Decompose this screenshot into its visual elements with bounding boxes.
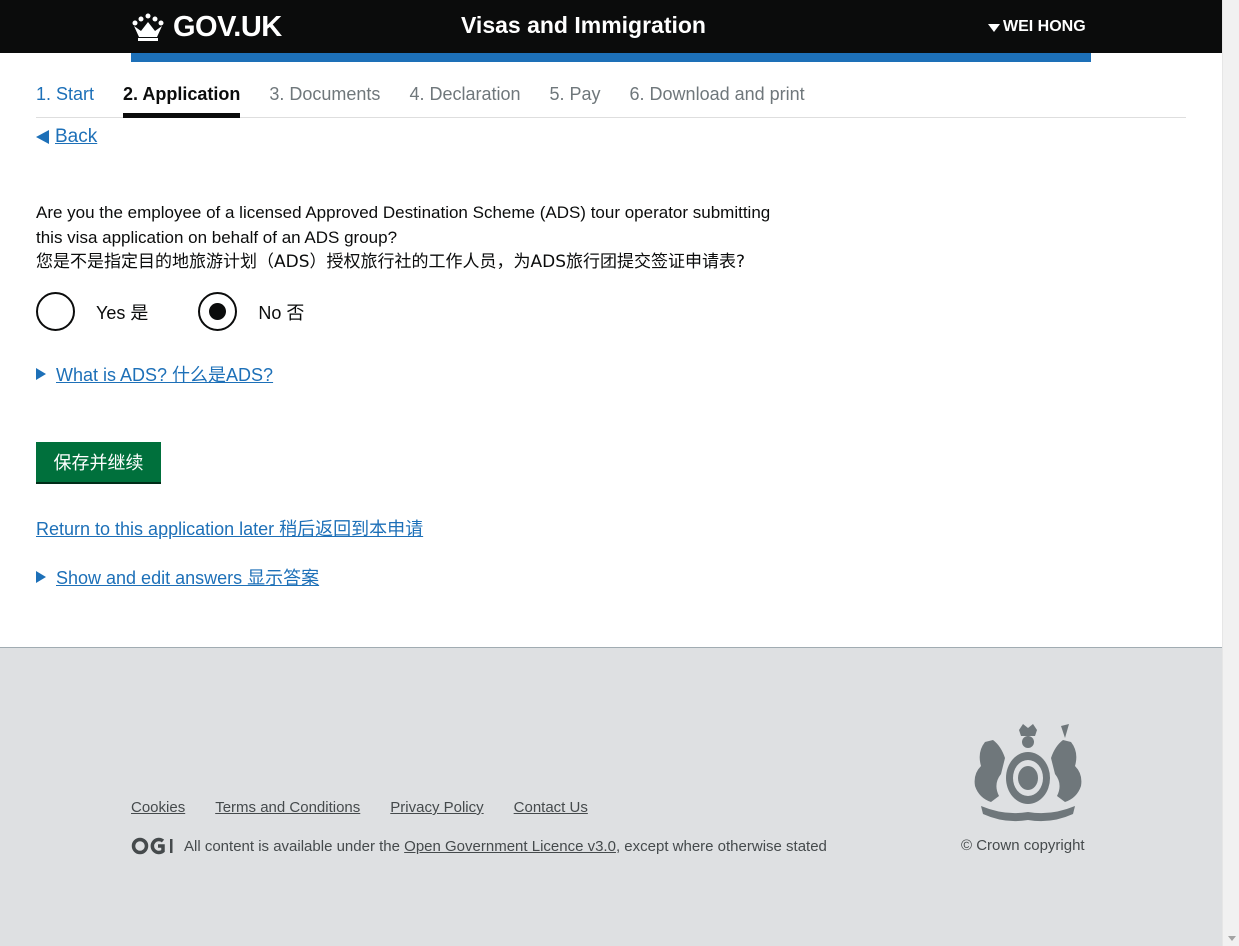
crown-icon <box>132 13 164 41</box>
footer-link-contact[interactable]: Contact Us <box>514 799 588 816</box>
question-line-2: this visa application on behalf of an AD… <box>36 228 398 247</box>
licence-prefix: All content is available under the <box>184 837 400 855</box>
royal-coat-of-arms-icon[interactable] <box>965 722 1091 828</box>
vertical-scrollbar[interactable] <box>1222 0 1239 946</box>
ogl-logo-icon <box>131 837 173 855</box>
radio-no-label[interactable]: No 否 <box>258 299 304 325</box>
licence-suffix: , except where otherwise stated <box>615 837 827 855</box>
user-menu[interactable]: WEI HONG <box>988 18 1086 36</box>
licence-text: All content is available under the Open … <box>131 837 827 855</box>
govuk-logo[interactable]: GOV.UK <box>131 10 282 44</box>
back-link[interactable]: Back <box>36 126 97 148</box>
site-header: GOV.UK Visas and Immigration WEI HONG <box>0 0 1222 53</box>
user-name: WEI HONG <box>1003 18 1086 35</box>
header-blue-bar <box>131 53 1091 62</box>
logo-text: GOV.UK <box>173 10 282 43</box>
ads-radio-group: Yes 是 No 否 <box>36 292 354 331</box>
save-continue-button[interactable]: 保存并继续 <box>36 442 161 482</box>
radio-yes[interactable]: Yes 是 <box>36 292 148 331</box>
crown-copyright: © Crown copyright <box>961 837 1085 854</box>
radio-yes-label[interactable]: Yes 是 <box>96 299 148 325</box>
step-documents: 3. Documents <box>269 84 381 104</box>
step-download-print: 6. Download and print <box>629 84 805 104</box>
step-navigation: 1. Start 2. Application 3. Documents 4. … <box>36 84 1186 118</box>
back-arrow-icon <box>36 130 49 144</box>
radio-yes-circle[interactable] <box>36 292 75 331</box>
scroll-down-arrow-icon[interactable] <box>1228 936 1236 941</box>
show-answers-details[interactable]: Show and edit answers 显示答案 <box>36 564 319 590</box>
step-application: 2. Application <box>123 84 241 118</box>
question-line-zh: 您是不是指定目的地旅游计划（ADS）授权旅行社的工作人员，为ADS旅行团提交签证… <box>36 252 746 272</box>
caret-down-icon <box>988 24 1000 32</box>
question-line-1: Are you the employee of a licensed Appro… <box>36 203 771 222</box>
footer-links: Cookies Terms and Conditions Privacy Pol… <box>131 799 618 816</box>
back-label: Back <box>55 126 98 147</box>
radio-no-circle[interactable] <box>198 292 238 331</box>
step-declaration: 4. Declaration <box>409 84 521 104</box>
show-answers-label[interactable]: Show and edit answers 显示答案 <box>56 564 319 590</box>
site-footer: Cookies Terms and Conditions Privacy Pol… <box>0 647 1222 946</box>
triangle-right-icon <box>36 571 46 583</box>
return-later-link[interactable]: Return to this application later 稍后返回到本申… <box>36 515 423 541</box>
triangle-right-icon <box>36 368 46 380</box>
question-text: Are you the employee of a licensed Appro… <box>36 200 856 275</box>
radio-no[interactable]: No 否 <box>198 292 304 331</box>
licence-link[interactable]: Open Government Licence v3.0 <box>404 838 616 855</box>
what-is-ads-details[interactable]: What is ADS? 什么是ADS? <box>36 361 273 387</box>
footer-link-privacy[interactable]: Privacy Policy <box>390 799 483 816</box>
footer-link-cookies[interactable]: Cookies <box>131 799 185 816</box>
step-start[interactable]: 1. Start <box>36 84 94 117</box>
service-name[interactable]: Visas and Immigration <box>461 12 706 39</box>
footer-link-terms[interactable]: Terms and Conditions <box>215 799 360 816</box>
what-is-ads-label[interactable]: What is ADS? 什么是ADS? <box>56 361 273 387</box>
step-pay: 5. Pay <box>549 84 601 104</box>
